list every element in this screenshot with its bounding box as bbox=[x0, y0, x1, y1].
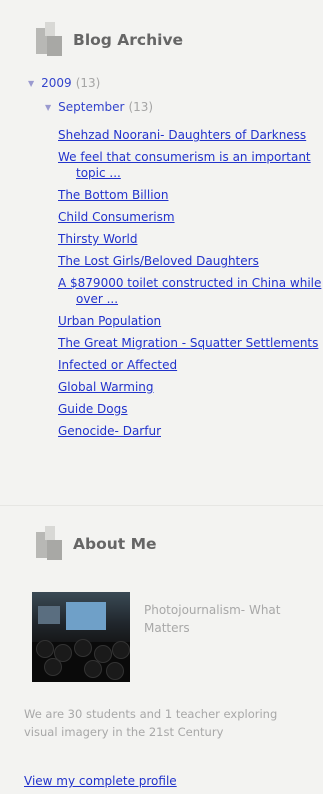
post-link[interactable]: Urban Population bbox=[58, 314, 161, 328]
list-item: Genocide- Darfur bbox=[58, 423, 323, 439]
archive-month-count: (13) bbox=[128, 100, 154, 114]
post-link[interactable]: A $879000 toilet constructed in China wh… bbox=[58, 276, 321, 306]
profile-photo[interactable] bbox=[32, 592, 130, 682]
view-profile-link[interactable]: View my complete profile bbox=[24, 774, 177, 788]
widget-title-icon bbox=[36, 22, 64, 58]
post-link[interactable]: Guide Dogs bbox=[58, 402, 128, 416]
about-me-title: About Me bbox=[73, 535, 157, 553]
list-item: Global Warming bbox=[58, 379, 323, 395]
post-link[interactable]: Thirsty World bbox=[58, 232, 137, 246]
blog-archive-title: Blog Archive bbox=[73, 31, 184, 49]
post-link[interactable]: Shehzad Noorani- Daughters of Darkness bbox=[58, 128, 306, 142]
list-item: Child Consumerism bbox=[58, 209, 323, 225]
blog-archive-header: Blog Archive bbox=[36, 22, 183, 58]
list-item: The Lost Girls/Beloved Daughters bbox=[58, 253, 323, 269]
expand-triangle-icon[interactable]: ▼ bbox=[28, 79, 34, 88]
expand-triangle-icon[interactable]: ▼ bbox=[45, 103, 51, 112]
profile-bio: We are 30 students and 1 teacher explori… bbox=[24, 707, 278, 739]
list-item: The Bottom Billion bbox=[58, 187, 323, 203]
list-item: Guide Dogs bbox=[58, 401, 323, 417]
archive-month-row: ▼ September (13) bbox=[45, 100, 153, 114]
archive-post-list: Shehzad Noorani- Daughters of Darkness W… bbox=[58, 127, 323, 445]
blog-archive-widget: Blog Archive ▼ 2009 (13) ▼ September (13… bbox=[0, 0, 323, 505]
list-item: The Great Migration - Squatter Settlemen… bbox=[58, 335, 323, 351]
list-item: Shehzad Noorani- Daughters of Darkness bbox=[58, 127, 323, 143]
archive-year-count: (13) bbox=[75, 76, 101, 90]
post-link[interactable]: Infected or Affected bbox=[58, 358, 177, 372]
archive-month-link[interactable]: September bbox=[58, 100, 124, 114]
post-link[interactable]: Genocide- Darfur bbox=[58, 424, 161, 438]
list-item: We feel that consumerism is an important… bbox=[58, 149, 323, 181]
post-link[interactable]: The Lost Girls/Beloved Daughters bbox=[58, 254, 259, 268]
post-link[interactable]: The Great Migration - Squatter Settlemen… bbox=[58, 336, 318, 350]
profile-name: Photojournalism- What Matters bbox=[144, 603, 281, 635]
widget-title-icon bbox=[36, 526, 64, 562]
post-link[interactable]: Global Warming bbox=[58, 380, 154, 394]
list-item: Infected or Affected bbox=[58, 357, 323, 373]
post-link[interactable]: The Bottom Billion bbox=[58, 188, 168, 202]
about-me-header: About Me bbox=[36, 526, 157, 562]
about-me-widget: About Me Photojournalism- What Matters W… bbox=[0, 505, 323, 794]
list-item: A $879000 toilet constructed in China wh… bbox=[58, 275, 323, 307]
post-link[interactable]: We feel that consumerism is an important… bbox=[58, 150, 311, 180]
list-item: Thirsty World bbox=[58, 231, 323, 247]
archive-year-link[interactable]: 2009 bbox=[41, 76, 72, 90]
archive-year-row: ▼ 2009 (13) bbox=[28, 76, 100, 90]
list-item: Urban Population bbox=[58, 313, 323, 329]
post-link[interactable]: Child Consumerism bbox=[58, 210, 175, 224]
sidebar: Blog Archive ▼ 2009 (13) ▼ September (13… bbox=[0, 0, 323, 794]
